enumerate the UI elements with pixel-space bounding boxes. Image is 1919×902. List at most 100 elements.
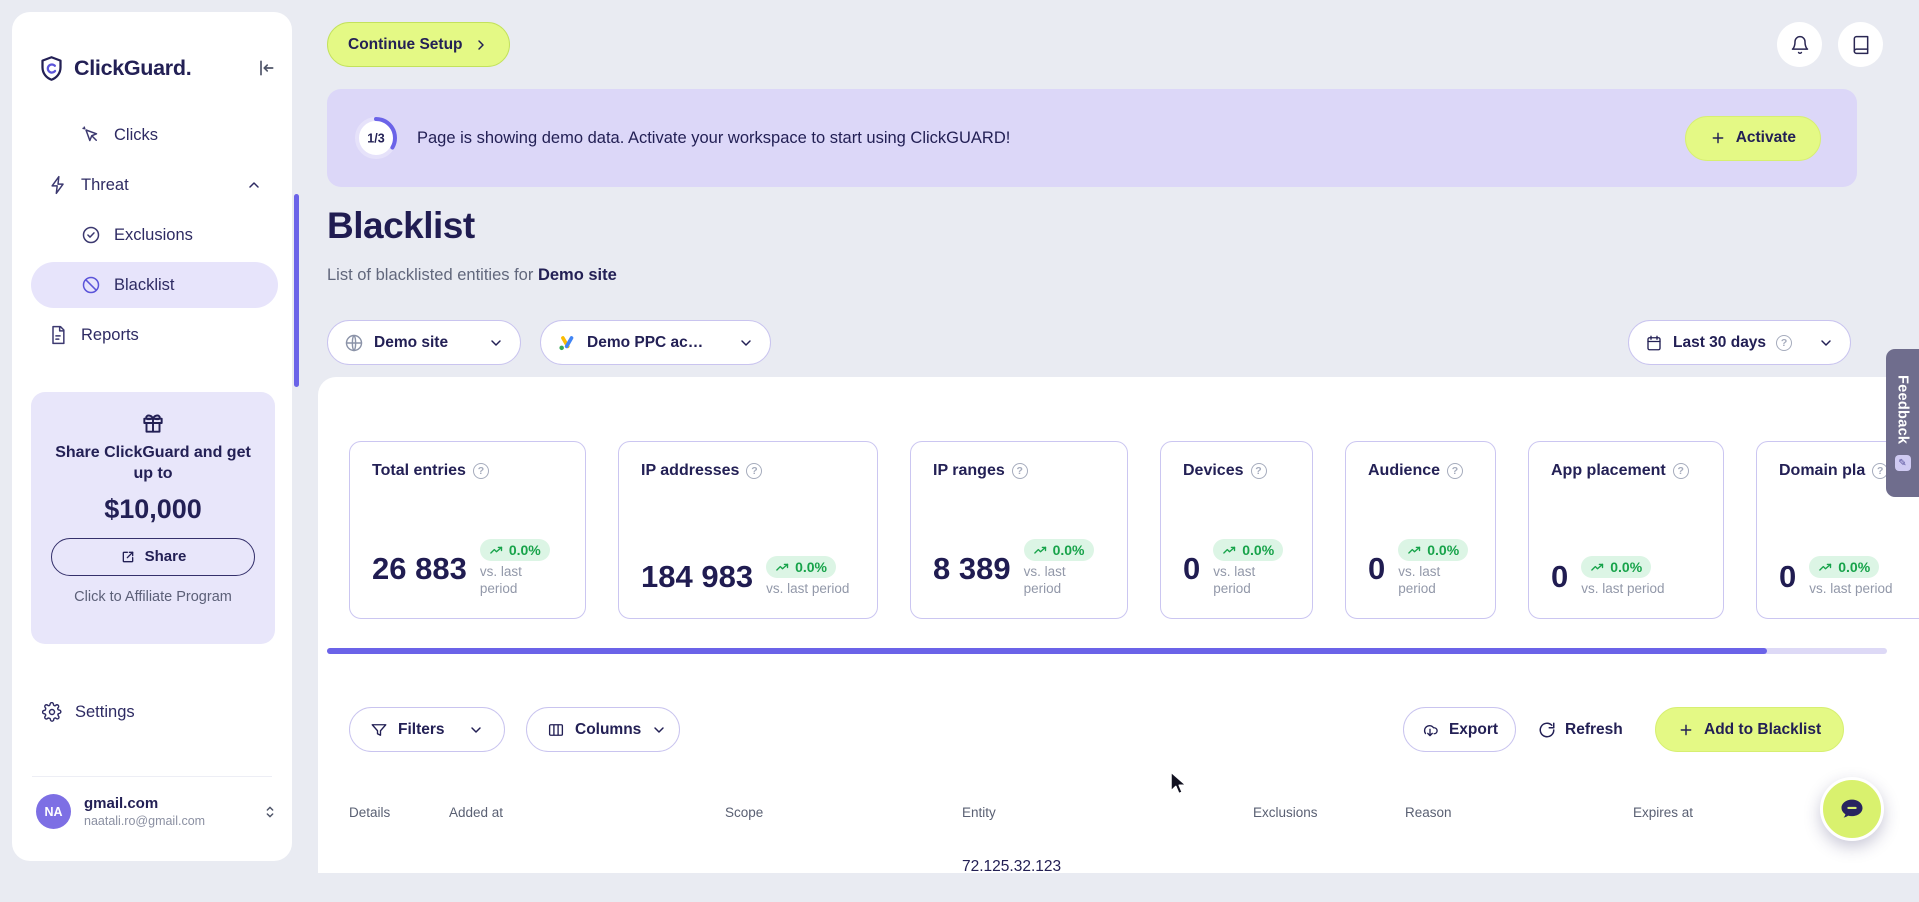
site-selector-value: Demo site <box>374 333 449 351</box>
sidebar-item-label: Clicks <box>114 125 158 144</box>
stat-label: Devices <box>1183 462 1244 479</box>
chat-launcher-button[interactable] <box>1820 777 1884 841</box>
stat-label: Audience <box>1368 462 1441 479</box>
chevron-updown-icon[interactable] <box>262 804 278 820</box>
stat-value: 8 389 <box>933 550 1011 586</box>
site-selector[interactable]: Demo site <box>327 320 521 365</box>
add-to-blacklist-label: Add to Blacklist <box>1704 720 1822 738</box>
table-row[interactable]: 72.125.32.123 <box>349 858 1887 902</box>
cards-scrollbar-thumb[interactable] <box>327 648 1767 654</box>
share-button[interactable]: Share <box>51 537 255 576</box>
docs-button[interactable] <box>1838 22 1883 67</box>
share-label: Share <box>144 548 187 566</box>
ppc-account-selector[interactable]: Demo PPC ac… <box>540 320 771 365</box>
trend-badge: 0.0% <box>1213 539 1284 562</box>
plus-icon <box>1712 132 1724 144</box>
help-icon[interactable]: ? <box>1250 463 1267 479</box>
trend-badge: 0.0% <box>766 556 836 579</box>
trend-value: 0.0% <box>795 559 827 576</box>
stat-card-total-entries: Total entries? 26 883 0.0% vs. last peri… <box>349 441 586 619</box>
help-icon[interactable]: ? <box>1011 463 1028 479</box>
settings-label: Settings <box>75 702 135 721</box>
chevron-up-icon[interactable] <box>246 177 262 193</box>
trend-value: 0.0% <box>508 542 541 559</box>
trend-up-icon <box>1033 546 1046 554</box>
sidebar-item-label: Exclusions <box>114 225 193 244</box>
trend-badge: 0.0% <box>1809 556 1880 579</box>
sidebar-nav: Clicks Threat Exclusions Blacklist Repor… <box>31 112 278 358</box>
stat-card-app-placement: App placement? 0 0.0% vs. last period <box>1528 441 1724 619</box>
page-subtitle: List of blacklisted entities for Demo si… <box>327 266 617 285</box>
trend-up-icon <box>1223 546 1236 554</box>
help-icon[interactable]: ? <box>746 463 763 479</box>
sidebar-collapse-icon[interactable] <box>256 58 276 78</box>
affiliate-promo-card: Share ClickGuard and get up to $10,000 S… <box>31 392 275 644</box>
filters-label: Filters <box>398 720 445 738</box>
trend-up-icon <box>1591 563 1604 571</box>
help-icon[interactable]: ? <box>1447 463 1464 479</box>
sidebar-item-label: Blacklist <box>114 275 175 294</box>
sidebar-scrollbar-thumb[interactable] <box>294 194 299 387</box>
trend-badge: 0.0% <box>1581 556 1652 579</box>
trend-up-icon <box>776 563 789 571</box>
sidebar-item-clicks[interactable]: Clicks <box>31 112 278 158</box>
account-email: naatali.ro@gmail.com <box>84 814 206 828</box>
filters-button[interactable]: Filters <box>349 707 505 752</box>
account-switcher[interactable]: NA gmail.com naatali.ro@gmail.com <box>36 794 278 829</box>
columns-icon <box>548 723 564 736</box>
subtitle-text: List of blacklisted entities for <box>327 266 538 284</box>
stat-comparison: vs. last period <box>1023 564 1066 597</box>
logo: ClickGuard. <box>38 52 276 84</box>
stat-comparison: vs. last period <box>479 564 522 597</box>
globe-icon <box>345 334 363 351</box>
stat-card-ip-ranges: IP ranges? 8 389 0.0% vs. last period <box>910 441 1128 619</box>
svg-text:1/3: 1/3 <box>367 132 384 146</box>
gear-icon <box>42 702 62 722</box>
notifications-button[interactable] <box>1777 22 1822 67</box>
help-icon[interactable]: ? <box>1672 463 1689 479</box>
trend-up-icon <box>1408 546 1421 554</box>
continue-setup-button[interactable]: Continue Setup <box>327 22 510 67</box>
feedback-icon: ✎ <box>1894 455 1911 472</box>
bell-icon <box>1791 35 1808 54</box>
stat-label: App placement <box>1551 462 1666 479</box>
sidebar-item-settings[interactable]: Settings <box>42 702 135 722</box>
export-label: Export <box>1448 720 1499 738</box>
stat-card-ip-addresses: IP addresses? 184 983 0.0% vs. last peri… <box>618 441 878 619</box>
stat-value: 0 <box>1368 550 1386 586</box>
activate-button[interactable]: Activate <box>1684 115 1821 161</box>
trend-up-icon <box>1819 563 1832 571</box>
chat-bubble-icon <box>1841 799 1863 818</box>
account-info: gmail.com naatali.ro@gmail.com <box>84 795 205 828</box>
setup-progress-ring: 1/3 <box>355 117 397 159</box>
sidebar-item-exclusions[interactable]: Exclusions <box>31 212 278 258</box>
refresh-button[interactable]: Refresh <box>1538 707 1623 752</box>
sidebar: ClickGuard. Clicks Threat Exclusions Bla… <box>12 12 292 861</box>
affiliate-link[interactable]: Click to Affiliate Program <box>74 589 232 605</box>
trend-value: 0.0% <box>1610 559 1643 576</box>
help-icon[interactable]: ? <box>472 463 489 479</box>
trend-badge: 0.0% <box>479 539 550 562</box>
feedback-label: Feedback <box>1894 374 1911 445</box>
funnel-icon <box>371 723 387 736</box>
chevron-down-icon <box>488 335 504 351</box>
chevron-down-icon <box>738 335 754 351</box>
columns-button[interactable]: Columns <box>526 707 680 752</box>
help-icon[interactable]: ? <box>1776 334 1793 351</box>
trend-up-icon <box>490 546 503 554</box>
ppc-account-value: Demo PPC ac… <box>587 333 704 351</box>
sidebar-item-blacklist[interactable]: Blacklist <box>31 262 278 308</box>
google-ads-icon <box>559 335 574 350</box>
add-to-blacklist-button[interactable]: Add to Blacklist <box>1655 707 1845 752</box>
sidebar-item-label: Threat <box>81 175 129 194</box>
column-header-scope: Scope <box>725 804 764 820</box>
stat-comparison: vs. last period <box>1213 564 1256 597</box>
calendar-icon <box>1647 335 1661 350</box>
sidebar-item-reports[interactable]: Reports <box>31 312 278 358</box>
date-range-selector[interactable]: Last 30 days ? <box>1628 320 1851 365</box>
sidebar-item-threat[interactable]: Threat <box>31 162 278 208</box>
feedback-tab[interactable]: Feedback ✎ <box>1886 349 1919 497</box>
export-button[interactable]: Export <box>1403 707 1516 752</box>
column-header-details: Details <box>349 804 391 820</box>
gift-icon <box>143 414 163 433</box>
